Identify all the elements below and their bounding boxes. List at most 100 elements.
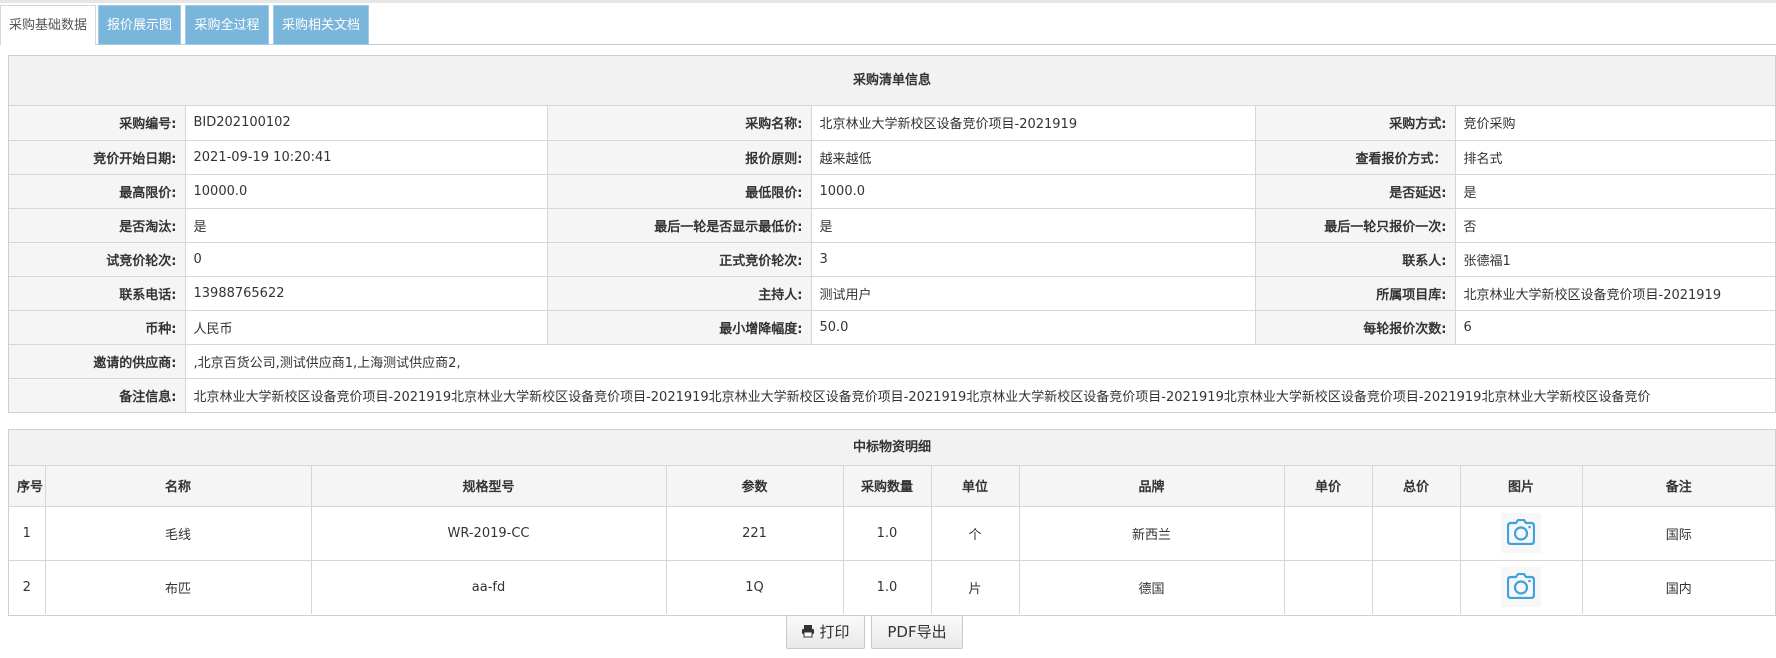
info-label: 最低限价: xyxy=(546,173,812,209)
remarks-label: 备注信息: xyxy=(9,377,186,412)
purchase-info-title: 采购清单信息 xyxy=(9,56,1775,106)
pdf-export-button[interactable]: PDF导出 xyxy=(871,615,963,649)
tab-quote-chart[interactable]: 报价展示图 xyxy=(98,5,181,45)
info-label: 正式竞价轮次: xyxy=(546,241,812,277)
info-value: 测试用户 xyxy=(810,275,1256,311)
info-label: 是否延迟: xyxy=(1254,173,1456,209)
info-label: 竞价开始日期: xyxy=(9,139,186,175)
info-label: 查看报价方式： xyxy=(1254,139,1456,175)
tab-bar: 采购基础数据 报价展示图 采购全过程 采购相关文档 xyxy=(0,3,1776,46)
table-row: 1 毛线 WR-2019-CC 221 1.0 个新西兰 国际 xyxy=(9,505,1775,561)
info-value: 0 xyxy=(184,241,548,277)
info-value: 张德福1 xyxy=(1454,241,1775,277)
info-value: 人民币 xyxy=(184,309,548,345)
info-value: 否 xyxy=(1454,207,1775,243)
column-header: 总价 xyxy=(1371,466,1461,507)
purchase-info-panel: 采购清单信息 采购编号: BID202100102 采购名称: 北京林业大学新校区设备… xyxy=(8,55,1776,413)
table-cell: 新西兰 xyxy=(1018,505,1285,561)
column-header: 备注 xyxy=(1581,466,1775,507)
tab-basic-data[interactable]: 采购基础数据 xyxy=(0,5,96,46)
info-label: 最后一轮只报价一次: xyxy=(1254,207,1456,243)
table-cell: 国际 xyxy=(1581,505,1775,561)
table-cell xyxy=(1371,505,1461,561)
remarks-value: 北京林业大学新校区设备竞价项目-2021919北京林业大学新校区设备竞价项目-2… xyxy=(184,377,1775,412)
column-header: 参数 xyxy=(665,466,844,507)
column-header: 单位 xyxy=(930,466,1020,507)
info-row: 是否淘汰: 是最后一轮是否显示最低价: 是最后一轮只报价一次: 否 xyxy=(9,207,1775,243)
image-cell xyxy=(1459,505,1583,561)
tab-full-process[interactable]: 采购全过程 xyxy=(185,5,269,45)
info-label: 最小增降幅度: xyxy=(546,309,812,345)
camera-icon[interactable] xyxy=(1501,567,1541,608)
table-cell: 毛线 xyxy=(44,505,312,561)
table-cell: aa-fd xyxy=(310,559,667,614)
info-value: 竞价采购 xyxy=(1454,106,1775,141)
info-label: 所属项目库: xyxy=(1254,275,1456,311)
info-label: 试竞价轮次: xyxy=(9,241,186,277)
table-cell: 1.0 xyxy=(842,559,932,614)
info-value: 50.0 xyxy=(810,309,1256,345)
info-value: 1000.0 xyxy=(810,173,1256,209)
info-value: 2021-09-19 10:20:41 xyxy=(184,139,548,175)
info-label: 每轮报价次数: xyxy=(1254,309,1456,345)
table-cell: 布匹 xyxy=(44,559,312,614)
info-value: 10000.0 xyxy=(184,173,548,209)
purchase-info-table: 采购编号: BID202100102 采购名称: 北京林业大学新校区设备竞价项目-20… xyxy=(9,106,1775,412)
info-row: 最高限价: 10000.0 最低限价: 1000.0 是否延迟: 是 xyxy=(9,173,1775,209)
table-row: 2 布匹 aa-fd 1Q 1.0 片德国 国内 xyxy=(9,559,1775,614)
table-cell: 1Q xyxy=(665,559,844,614)
tab-related-docs[interactable]: 采购相关文档 xyxy=(273,5,369,45)
info-value: 北京林业大学新校区设备竞价项目-2021919 xyxy=(1454,275,1775,311)
column-header: 序号 xyxy=(9,466,46,507)
column-header: 名称 xyxy=(44,466,312,507)
info-value: 排名式 xyxy=(1454,139,1775,175)
table-cell: 德国 xyxy=(1018,559,1285,614)
info-row: 联系电话: 13988765622 主持人: 测试用户 所属项目库: 北京林业大学新校区设… xyxy=(9,275,1775,311)
info-value: 是 xyxy=(184,207,548,243)
info-label: 币种: xyxy=(9,309,186,345)
table-cell xyxy=(1371,559,1461,614)
info-row: 竞价开始日期: 2021-09-19 10:20:41 报价原则: 越来越低 查看报价方… xyxy=(9,139,1775,175)
info-label: 主持人: xyxy=(546,275,812,311)
suppliers-label: 邀请的供应商: xyxy=(9,343,186,379)
printer-icon xyxy=(802,625,815,638)
table-cell: 1.0 xyxy=(842,505,932,561)
table-cell: 221 xyxy=(665,505,844,561)
table-cell: 片 xyxy=(930,559,1020,614)
info-label: 报价原则: xyxy=(546,139,812,175)
column-header: 采购数量 xyxy=(842,466,932,507)
print-button[interactable]: 打印 xyxy=(786,615,865,649)
column-header: 单价 xyxy=(1283,466,1373,507)
table-cell: 1 xyxy=(9,505,46,561)
info-label: 最后一轮是否显示最低价: xyxy=(546,207,812,243)
column-header: 图片 xyxy=(1459,466,1583,507)
info-value: 是 xyxy=(810,207,1256,243)
info-value: 北京林业大学新校区设备竞价项目-2021919 xyxy=(810,106,1256,141)
table-cell: 国内 xyxy=(1581,559,1775,614)
info-value: 13988765622 xyxy=(184,275,548,311)
table-cell: WR-2019-CC xyxy=(310,505,667,561)
image-cell xyxy=(1459,559,1583,614)
info-value: 3 xyxy=(810,241,1256,277)
camera-icon[interactable] xyxy=(1501,513,1541,553)
info-row: 采购编号: BID202100102 采购名称: 北京林业大学新校区设备竞价项目-20… xyxy=(9,106,1775,141)
info-label: 采购编号: xyxy=(9,106,186,141)
awarded-items-table: 序号 名称 规格型号 参数 采购数量 单位 品牌 单价 总价 图片 备注 1 毛线 WR-2019-CC… xyxy=(9,466,1775,614)
awarded-items-title: 中标物资明细 xyxy=(9,430,1775,466)
column-header: 品牌 xyxy=(1018,466,1285,507)
info-label: 最高限价: xyxy=(9,173,186,209)
info-row: 试竞价轮次: 0 正式竞价轮次: 3 联系人: 张德福1 xyxy=(9,241,1775,277)
print-button-label: 打印 xyxy=(819,623,850,641)
column-header: 规格型号 xyxy=(310,466,667,507)
info-label: 是否淘汰: xyxy=(9,207,186,243)
info-label: 采购方式: xyxy=(1254,106,1456,141)
info-value: 6 xyxy=(1454,309,1775,345)
table-cell: 个 xyxy=(930,505,1020,561)
table-cell: 2 xyxy=(9,559,46,614)
awarded-items-panel: 中标物资明细 序号 名称 规格型号 参数 采购数量 单位 品牌 单价 总价 图片 备注 1 毛线 WR-… xyxy=(8,429,1776,616)
info-label: 联系人: xyxy=(1254,241,1456,277)
info-value: 是 xyxy=(1454,173,1775,209)
table-cell xyxy=(1283,559,1373,614)
table-cell xyxy=(1283,505,1373,561)
suppliers-value: ,北京百货公司,测试供应商1,上海测试供应商2, xyxy=(184,343,1775,379)
